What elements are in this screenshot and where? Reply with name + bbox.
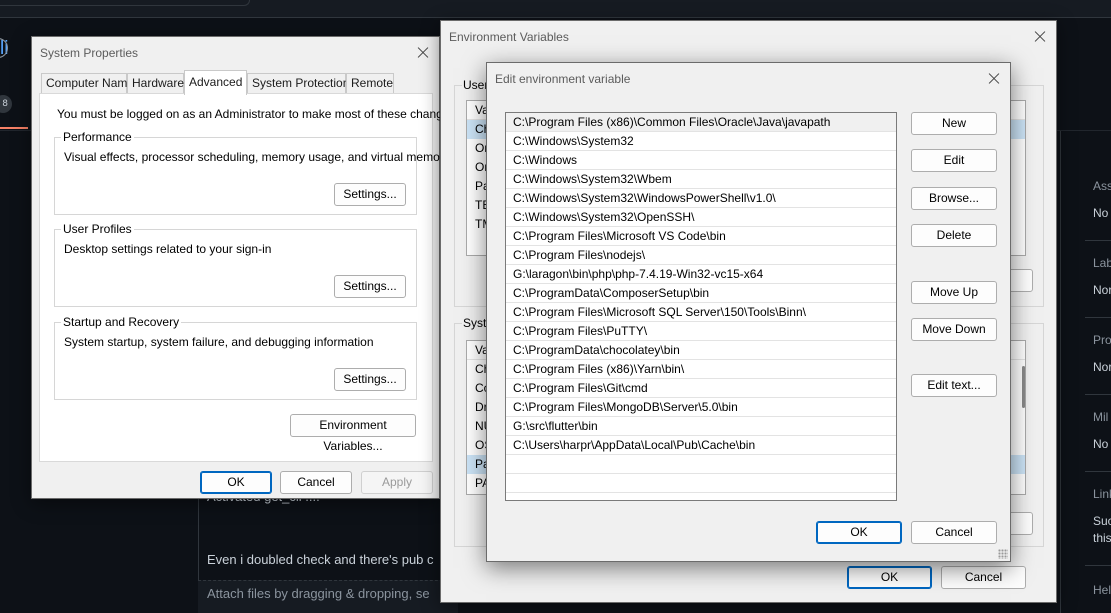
tab-computer-name[interactable]: Computer Name	[41, 73, 134, 94]
sidebar-label: Lab	[1093, 256, 1111, 270]
window-title: System Properties	[40, 46, 139, 60]
path-entry[interactable]: C:\Program Files\Microsoft VS Code\bin	[506, 227, 896, 246]
startup-settings-button[interactable]: Settings...	[334, 368, 406, 391]
tab-hardware[interactable]: Hardware	[127, 73, 184, 94]
close-icon[interactable]	[982, 67, 1006, 91]
sidebar-value: Nor	[1093, 283, 1111, 297]
path-entry[interactable]: C:\ProgramData\ComposerSetup\bin	[506, 284, 896, 303]
move-up-button[interactable]: Move Up	[911, 281, 997, 304]
startup-recovery-group: Startup and Recovery System startup, sys…	[54, 315, 417, 400]
path-entry[interactable]: C:\Program Files\nodejs\	[506, 246, 896, 265]
group-label: Startup and Recovery	[61, 315, 182, 329]
sidebar-value: No	[1093, 206, 1109, 220]
admin-note: You must be logged on as an Administrato…	[57, 107, 459, 121]
path-entry[interactable]: C:\Users\harpr\AppData\Local\Pub\Cache\b…	[506, 436, 896, 455]
path-entry-empty[interactable]	[506, 474, 896, 493]
cancel-button[interactable]: Cancel	[911, 521, 997, 544]
path-entry[interactable]: C:\Windows\System32\WindowsPowerShell\v1…	[506, 189, 896, 208]
performance-settings-button[interactable]: Settings...	[334, 183, 406, 206]
sidebar-value: Nor	[1093, 360, 1111, 374]
path-entry[interactable]: C:\Program Files\MongoDB\Server\5.0\bin	[506, 398, 896, 417]
user-profiles-settings-button[interactable]: Settings...	[334, 275, 406, 298]
path-entry[interactable]: C:\Windows	[506, 151, 896, 170]
sidebar-label: Hel	[1093, 583, 1111, 597]
sidebar-value: No	[1093, 437, 1109, 451]
user-profiles-group: User Profiles Desktop settings related t…	[54, 222, 417, 307]
cancel-button[interactable]: Cancel	[280, 471, 352, 494]
path-list[interactable]: C:\Program Files (x86)\Common Files\Orac…	[505, 112, 897, 501]
apply-button: Apply	[361, 471, 433, 494]
path-entry[interactable]: C:\Program Files\PuTTY\	[506, 322, 896, 341]
advanced-tab-panel: You must be logged on as an Administrato…	[39, 93, 459, 462]
sidebar-label: Link	[1093, 487, 1111, 501]
new-button[interactable]: New	[911, 112, 997, 135]
group-label: User Profiles	[61, 222, 134, 236]
environment-variables-button[interactable]: Environment Variables...	[290, 414, 416, 453]
scrollbar-thumb[interactable]	[1022, 366, 1025, 408]
path-entry[interactable]: C:\Program Files (x86)\Yarn\bin\	[506, 360, 896, 379]
close-icon[interactable]	[411, 41, 435, 65]
attach-files-hint[interactable]: Attach files by dragging & dropping, se	[198, 580, 458, 613]
browse-button[interactable]: Browse...	[911, 187, 997, 210]
topbar-pill	[0, 0, 250, 6]
group-description: System startup, system failure, and debu…	[64, 335, 374, 349]
path-entry[interactable]: C:\Program Files\Microsoft SQL Server\15…	[506, 303, 896, 322]
ok-button[interactable]: OK	[816, 521, 902, 544]
window-title: Environment Variables	[449, 30, 569, 44]
edit-environment-variable-dialog: Edit environment variable C:\Program Fil…	[486, 62, 1011, 562]
cancel-button[interactable]: Cancel	[941, 566, 1026, 589]
sidebar-value: this	[1093, 531, 1111, 545]
edit-text-button[interactable]: Edit text...	[911, 374, 997, 397]
tab-underline	[0, 127, 28, 129]
sidebar-divider	[1060, 131, 1061, 613]
sidebar-value: Suc	[1093, 514, 1111, 528]
sidebar-label: Ass	[1093, 179, 1111, 193]
path-entry[interactable]: C:\Windows\System32\OpenSSH\	[506, 208, 896, 227]
path-entry-empty[interactable]	[506, 455, 896, 474]
github-topbar	[0, 0, 1111, 18]
path-entry[interactable]: C:\Program Files\Git\cmd	[506, 379, 896, 398]
path-entry[interactable]: C:\Windows\System32	[506, 132, 896, 151]
tab-remote[interactable]: Remote	[346, 73, 394, 94]
path-entry[interactable]: G:\src\flutter\bin	[506, 417, 896, 436]
resize-grip-icon[interactable]	[998, 549, 1008, 559]
group-description: Visual effects, processor scheduling, me…	[64, 150, 450, 164]
sidebar-label: Mil	[1093, 410, 1109, 424]
window-title: Edit environment variable	[495, 72, 631, 86]
delete-button[interactable]: Delete	[911, 224, 997, 247]
move-down-button[interactable]: Move Down	[911, 318, 997, 341]
sidebar-sep	[1085, 565, 1111, 566]
tab-advanced[interactable]: Advanced	[184, 70, 247, 95]
path-entry[interactable]: C:\Program Files (x86)\Common Files\Orac…	[506, 113, 896, 132]
sidebar-sep	[1085, 240, 1111, 241]
ok-button[interactable]: OK	[847, 566, 932, 589]
count-badge: 8	[0, 95, 12, 113]
path-entry[interactable]: G:\laragon\bin\php\php-7.4.19-Win32-vc15…	[506, 265, 896, 284]
group-label: Performance	[61, 130, 134, 144]
comment-text: Even i doubled check and there's pub c	[207, 552, 434, 567]
sidebar-label: Pro	[1093, 333, 1111, 347]
sidebar-sep	[1085, 471, 1111, 472]
group-description: Desktop settings related to your sign-in	[64, 242, 272, 256]
close-icon[interactable]	[1028, 25, 1052, 49]
edit-button[interactable]: Edit	[911, 149, 997, 172]
performance-group: Performance Visual effects, processor sc…	[54, 130, 450, 215]
path-entry[interactable]: C:\ProgramData\chocolatey\bin	[506, 341, 896, 360]
sidebar-sep	[1085, 317, 1111, 318]
sidebar-sep	[1085, 394, 1111, 395]
tab-system-protection[interactable]: System Protection	[247, 73, 349, 94]
ok-button[interactable]: OK	[200, 471, 272, 494]
system-properties-window: System Properties Computer Name Hardware…	[31, 36, 459, 499]
path-entry[interactable]: C:\Windows\System32\Wbem	[506, 170, 896, 189]
